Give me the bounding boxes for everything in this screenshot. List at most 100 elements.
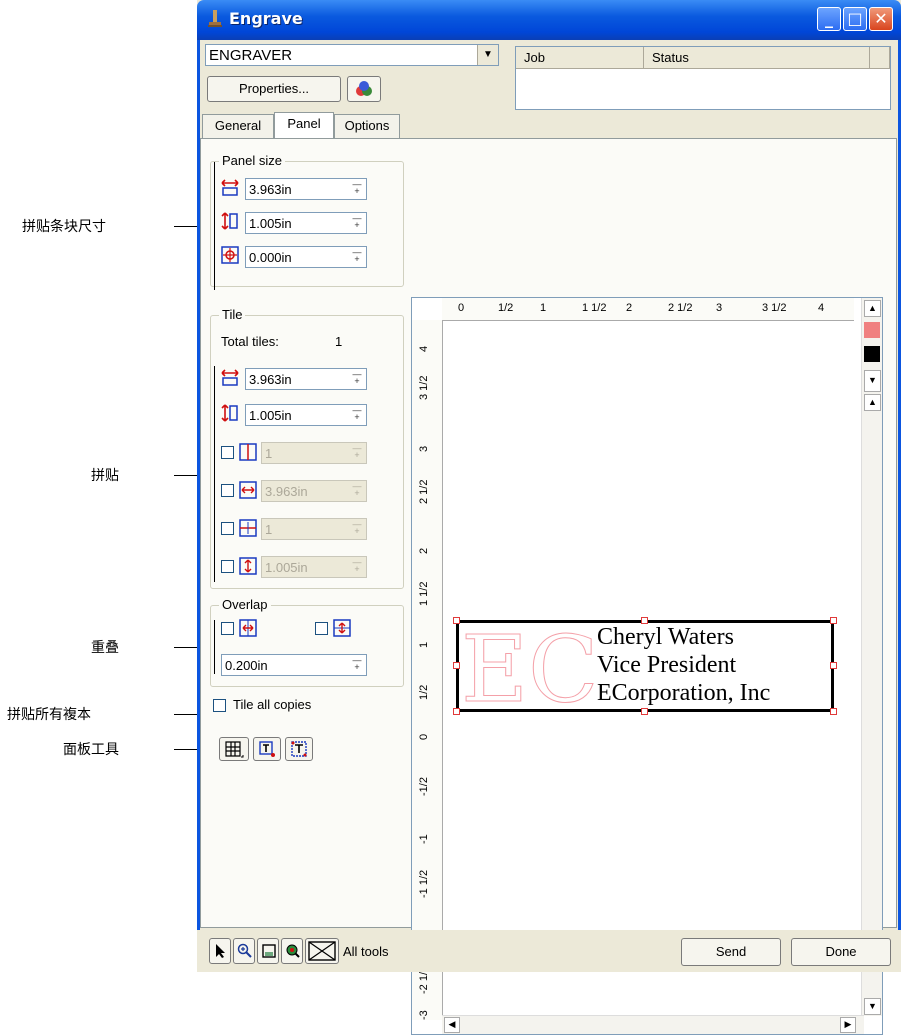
spinner-icon[interactable]: — +	[350, 406, 364, 423]
swatch-black[interactable]	[864, 346, 880, 362]
svg-text:EC: EC	[461, 623, 599, 709]
arrow-pointer-icon	[216, 944, 225, 958]
done-button[interactable]: Done	[791, 938, 891, 966]
resize-handle[interactable]	[830, 662, 837, 669]
scroll-down-icon[interactable]: ▼	[864, 998, 881, 1015]
spinner-icon[interactable]: — +	[350, 482, 364, 499]
tile-width-field[interactable]: 3.963in — +	[245, 368, 367, 390]
swatch-scroll-up-icon[interactable]: ▲	[864, 394, 881, 411]
chevron-down-icon[interactable]: ▼	[477, 45, 498, 65]
tile-all-copies-checkbox[interactable]	[213, 699, 226, 712]
spinner-icon[interactable]: — +	[350, 444, 364, 461]
engraving-line-name: Cheryl Waters	[597, 624, 734, 650]
status-column-header[interactable]: Status	[644, 47, 870, 69]
tab-panel[interactable]: Panel	[274, 112, 334, 139]
tile-rows-icon	[239, 519, 257, 537]
spinner-icon[interactable]: — +	[350, 656, 364, 673]
select-tool[interactable]	[209, 938, 231, 964]
vertical-scrollbar[interactable]: ▲ ▼ ▲ ▼	[861, 298, 882, 1016]
job-status-table[interactable]: Job Status	[515, 46, 891, 110]
horizontal-scrollbar[interactable]: ◀ ▶	[442, 1015, 864, 1034]
ruler-tick: 1 1/2	[418, 581, 430, 606]
color-settings-button[interactable]	[347, 76, 381, 102]
resize-handle[interactable]	[453, 617, 460, 624]
text-fit-icon	[291, 741, 307, 757]
annotation-bracket	[214, 620, 215, 674]
ruler-tick: 3 1/2	[418, 375, 430, 400]
spinner-icon[interactable]: — +	[350, 370, 364, 387]
panel-width-field[interactable]: 3.963in — +	[245, 178, 367, 200]
job-column-header[interactable]: Job	[516, 47, 644, 69]
panel-size-group: Panel size 3.963in — + 1.005in — + 0.000…	[210, 153, 404, 287]
engraving-panel[interactable]: EC Cheryl Waters Vice President ECorpora…	[456, 620, 834, 712]
spinner-icon[interactable]: — +	[350, 558, 364, 575]
page-tool[interactable]	[257, 938, 279, 964]
zoom-fit-tool[interactable]	[281, 938, 303, 964]
minimize-button[interactable]: _	[817, 7, 841, 31]
tile-row-height-checkbox[interactable]	[221, 560, 234, 573]
annotation-panel-tools: 面板工具	[63, 742, 119, 758]
send-button[interactable]: Send	[681, 938, 781, 966]
ruler-tick: 1 1/2	[582, 302, 607, 314]
resize-handle[interactable]	[641, 708, 648, 715]
panel-grid-tool[interactable]	[219, 737, 249, 761]
resize-handle[interactable]	[830, 617, 837, 624]
tile-height-field[interactable]: 1.005in — +	[245, 404, 367, 426]
resize-handle[interactable]	[830, 708, 837, 715]
resize-handle[interactable]	[453, 662, 460, 669]
tile-column-width-icon	[239, 481, 257, 499]
close-button[interactable]: ✕	[869, 7, 893, 31]
overlap-group: Overlap 0.200in — +	[210, 597, 404, 687]
envelope-tool[interactable]	[305, 938, 339, 964]
scroll-right-icon[interactable]: ▶	[840, 1017, 856, 1033]
design-canvas[interactable]: 0 1/2 1 1 1/2 2 2 1/2 3 3 1/2 4 4 3 1/2 …	[411, 297, 883, 1035]
engraving-text: Cheryl Waters Vice President ECorporatio…	[597, 623, 770, 707]
title-bar[interactable]: Engrave _ □ ✕	[197, 0, 901, 40]
overlap-amount-field[interactable]: 0.200in — +	[221, 654, 367, 676]
resize-handle[interactable]	[453, 708, 460, 715]
ruler-tick: 4	[418, 345, 430, 352]
overlap-vertical-checkbox[interactable]	[315, 622, 328, 635]
properties-button[interactable]: Properties...	[207, 76, 341, 102]
tile-rows-field[interactable]: 1 — +	[261, 518, 367, 540]
tab-general[interactable]: General	[202, 114, 274, 138]
text-frame-icon	[259, 741, 275, 757]
maximize-button[interactable]: □	[843, 7, 867, 31]
tile-rows-checkbox[interactable]	[221, 522, 234, 535]
panel-height-field[interactable]: 1.005in — +	[245, 212, 367, 234]
tile-columns-checkbox[interactable]	[221, 446, 234, 459]
printer-select[interactable]: ENGRAVER ▼	[205, 44, 499, 66]
spinner-icon[interactable]: — +	[350, 214, 364, 231]
swatch-red[interactable]	[864, 322, 880, 338]
tile-row-height-icon	[239, 557, 257, 575]
annotation-tile: 拼贴	[91, 468, 119, 484]
resize-handle[interactable]	[641, 617, 648, 624]
scroll-up-icon[interactable]: ▲	[864, 300, 881, 317]
tile-column-width-checkbox[interactable]	[221, 484, 234, 497]
panel-text-fit-tool[interactable]	[285, 737, 313, 761]
tile-column-width-field[interactable]: 3.963in — +	[261, 480, 367, 502]
tile-columns-field[interactable]: 1 — +	[261, 442, 367, 464]
zoom-tool[interactable]	[233, 938, 255, 964]
panel-text-tool[interactable]	[253, 737, 281, 761]
spinner-icon[interactable]: — +	[350, 520, 364, 537]
ruler-tick: 2	[626, 302, 633, 314]
engrave-window: Engrave _ □ ✕ ENGRAVER ▼ Job Status Prop…	[197, 0, 901, 1035]
tab-options[interactable]: Options	[334, 114, 400, 138]
swatch-scroll-down-icon[interactable]: ▼	[864, 370, 881, 392]
panel-offset-field[interactable]: 0.000in — +	[245, 246, 367, 268]
vertical-ruler: 4 3 1/2 3 2 1/2 2 1 1/2 1 1/2 0 -1/2 -1 …	[412, 320, 443, 1020]
tile-width-value: 3.963in	[249, 372, 292, 387]
panel-width-icon	[221, 179, 239, 196]
ruler-tick: 2	[418, 547, 430, 554]
horizontal-ruler: 0 1/2 1 1 1/2 2 2 1/2 3 3 1/2 4	[442, 298, 854, 321]
overlap-horizontal-checkbox[interactable]	[221, 622, 234, 635]
tile-height-value: 1.005in	[249, 408, 292, 423]
engrave-app-icon	[208, 10, 222, 27]
annotation-bracket	[214, 366, 215, 582]
scroll-left-icon[interactable]: ◀	[444, 1017, 460, 1033]
spinner-icon[interactable]: — +	[350, 248, 364, 265]
spinner-icon[interactable]: — +	[350, 180, 364, 197]
tile-row-height-field[interactable]: 1.005in — +	[261, 556, 367, 578]
annotation-tile-all-copies: 拼贴所有複本	[7, 707, 91, 723]
